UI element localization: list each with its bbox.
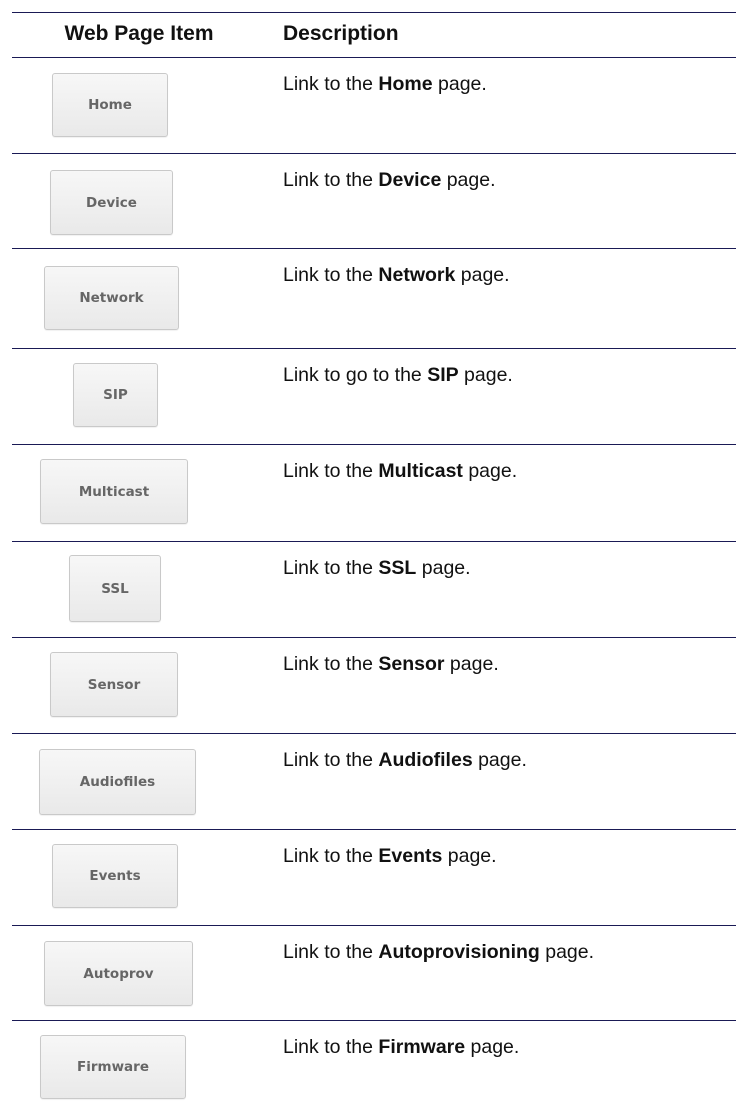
autoprov-button[interactable]: Autoprov <box>44 941 193 1006</box>
table-row: SSL Link to the SSL page. <box>12 542 736 637</box>
events-button[interactable]: Events <box>52 844 178 908</box>
row-description: Link to the Events page. <box>283 845 497 867</box>
row-description: Link to the Sensor page. <box>283 653 499 675</box>
column-header-description: Description <box>283 22 399 45</box>
multicast-button[interactable]: Multicast <box>40 459 188 524</box>
device-button[interactable]: Device <box>50 170 173 235</box>
column-header-item: Web Page Item <box>64 22 214 45</box>
table-row: Firmware Link to the Firmware page. <box>12 1021 736 1116</box>
table-row: Audiofiles Link to the Audiofiles page. <box>12 734 736 829</box>
ssl-button[interactable]: SSL <box>69 555 161 622</box>
row-description: Link to the Home page. <box>283 73 487 95</box>
home-button[interactable]: Home <box>52 73 168 137</box>
sip-button[interactable]: SIP <box>73 363 158 427</box>
row-description: Link to the Device page. <box>283 169 496 191</box>
network-button[interactable]: Network <box>44 266 179 330</box>
table-row: Multicast Link to the Multicast page. <box>12 445 736 540</box>
audiofiles-button[interactable]: Audiofiles <box>39 749 196 815</box>
table-row: Events Link to the Events page. <box>12 830 736 925</box>
row-description: Link to the Multicast page. <box>283 460 518 482</box>
table-row: Autoprov Link to the Autoprovisioning pa… <box>12 926 736 1021</box>
row-description: Link to go to the SIP page. <box>283 364 513 386</box>
row-description: Link to the Autoprovisioning page. <box>283 941 595 963</box>
table-row: Device Link to the Device page. <box>12 154 736 249</box>
row-description: Link to the Firmware page. <box>283 1036 520 1058</box>
firmware-button[interactable]: Firmware <box>40 1035 186 1099</box>
table-header-row: Web Page Item Description <box>12 12 736 57</box>
sensor-button[interactable]: Sensor <box>50 652 178 717</box>
row-description: Link to the Audiofiles page. <box>283 749 527 771</box>
table-row: Home Link to the Home page. <box>12 58 736 153</box>
row-description: Link to the Network page. <box>283 264 510 286</box>
table-row: Sensor Link to the Sensor page. <box>12 638 736 733</box>
table-row: Network Link to the Network page. <box>12 249 736 344</box>
row-description: Link to the SSL page. <box>283 557 471 579</box>
table-row: SIP Link to go to the SIP page. <box>12 349 736 444</box>
